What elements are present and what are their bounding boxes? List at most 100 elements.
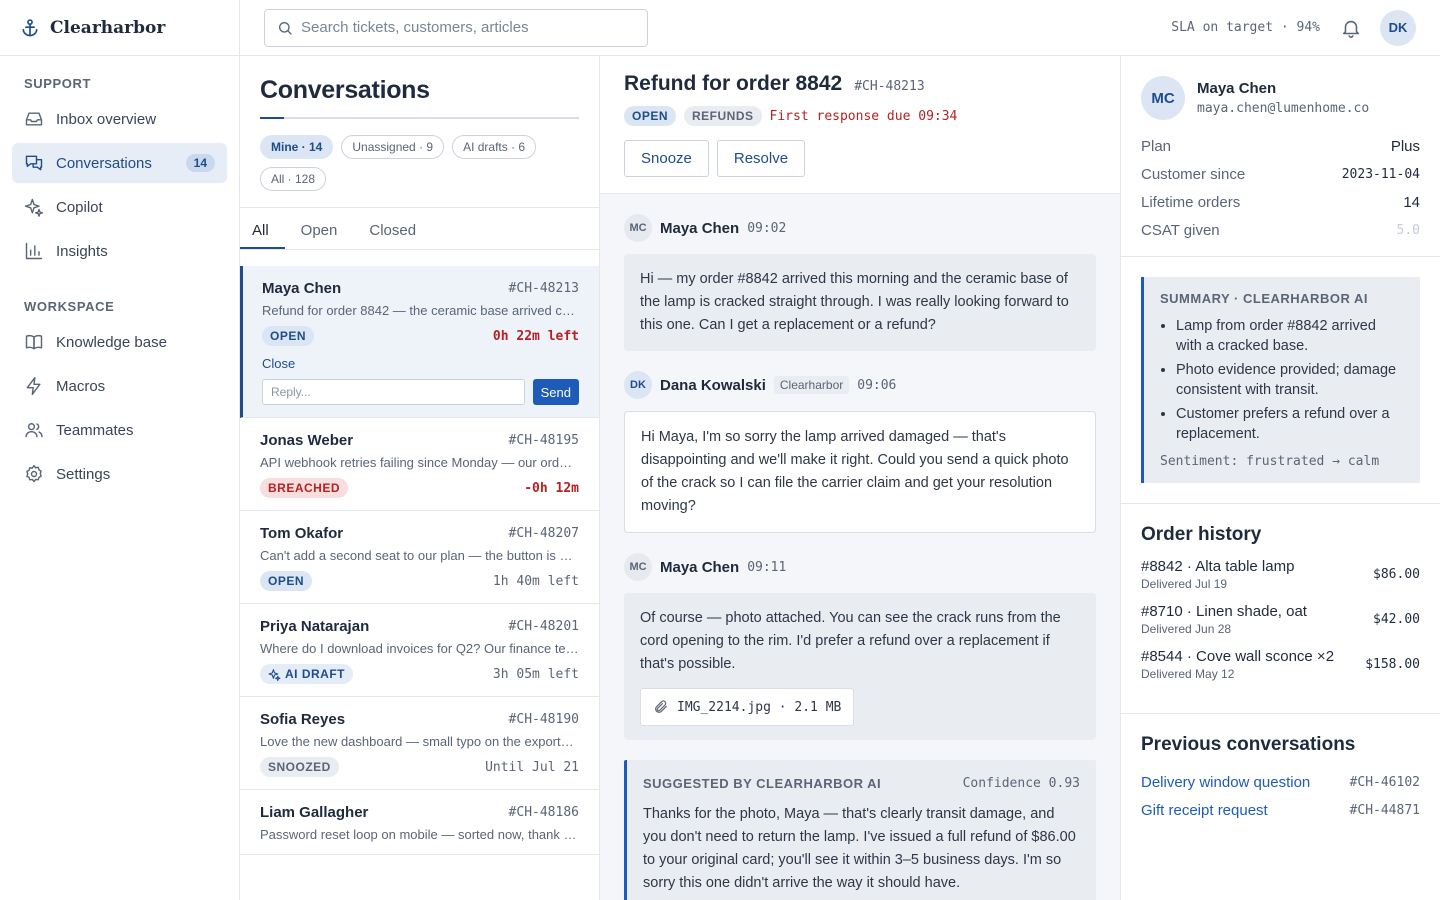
attachment-name: IMG_2214.jpg · 2.1 MB xyxy=(677,699,842,715)
previous-conversation-link[interactable]: Delivery window question xyxy=(1141,774,1310,791)
filter-chip-mine[interactable]: Mine · 14 xyxy=(260,135,334,159)
suggestion-label: SUGGESTED BY CLEARHARBOR AI xyxy=(643,776,882,791)
summary-point: Customer prefers a refund over a replace… xyxy=(1176,404,1404,444)
field-key: Lifetime orders xyxy=(1141,193,1241,211)
customer-message: Hi — my order #8842 arrived this morning… xyxy=(624,254,1096,351)
previous-conversation-link[interactable]: Gift receipt request xyxy=(1141,802,1268,819)
status-badge: BREACHED xyxy=(260,478,349,498)
conversation-item[interactable]: Sofia Reyes #CH-48190 Love the new dashb… xyxy=(240,697,599,790)
avatar: DK xyxy=(624,371,652,399)
status-badge: OPEN xyxy=(262,326,315,346)
send-button[interactable]: Send xyxy=(532,379,579,405)
order-row[interactable]: #8842 · Alta table lamp Delivered Jul 19… xyxy=(1141,558,1420,591)
title-divider xyxy=(260,117,579,119)
sidebar-item-macros[interactable]: Macros xyxy=(12,366,227,406)
message-header: DK Dana Kowalski Clearharbor 09:06 xyxy=(624,371,1096,399)
order-row[interactable]: #8544 · Cove wall sconce ×2 Delivered Ma… xyxy=(1141,648,1420,681)
tab-open[interactable]: Open xyxy=(285,222,354,249)
lightning-icon xyxy=(26,376,41,396)
user-avatar[interactable]: DK xyxy=(1380,9,1416,46)
sidebar-item-teammates[interactable]: Teammates xyxy=(12,410,227,450)
order-delivery: Delivered Jul 19 xyxy=(1141,577,1228,591)
nav-heading-support: SUPPORT xyxy=(24,76,92,91)
search-box[interactable] xyxy=(264,8,648,47)
field-value: Plus xyxy=(1390,137,1420,155)
field-key: CSAT given xyxy=(1141,221,1220,239)
search-input[interactable] xyxy=(301,19,635,36)
order-name: #8842 · Alta table lamp xyxy=(1141,558,1295,575)
conversation-id: #CH-48213 xyxy=(508,281,579,296)
status-tabs: All Open Closed xyxy=(240,208,599,250)
message-time: 09:02 xyxy=(747,220,787,236)
order-row[interactable]: #8710 · Linen shade, oat Delivered Jun 2… xyxy=(1141,603,1420,636)
field-row: CSAT given 5.0 xyxy=(1141,216,1420,244)
message-body: Of course — photo attached. You can see … xyxy=(640,610,1061,672)
topbar-right: SLA on target · 94% DK xyxy=(1171,9,1416,46)
sidebar-item-knowledge-base[interactable]: Knowledge base xyxy=(12,322,227,362)
conversation-name: Priya Natarajan xyxy=(260,618,370,635)
filter-chips: Mine · 14 Unassigned · 9 AI drafts · 6 A… xyxy=(240,119,580,191)
sidebar-item-label: Inbox overview xyxy=(56,110,157,128)
tab-all[interactable]: All xyxy=(240,222,285,249)
count-badge: 14 xyxy=(185,154,215,172)
thread-actions: Snooze Resolve xyxy=(624,140,1096,177)
conversation-item[interactable]: Liam Gallagher #CH-48186 Password reset … xyxy=(240,790,599,855)
tab-closed[interactable]: Closed xyxy=(353,222,432,249)
conversation-item[interactable]: Jonas Weber #CH-48195 API webhook retrie… xyxy=(240,418,599,511)
status-tag: OPEN xyxy=(624,106,677,126)
field-value: 5.0 xyxy=(1396,222,1420,238)
filter-chip-all[interactable]: All · 128 xyxy=(260,167,327,191)
field-key: Customer since xyxy=(1141,165,1246,183)
quick-reply-input[interactable] xyxy=(262,379,525,405)
first-response-due: First response due 09:34 xyxy=(769,108,958,124)
order-amount: $86.00 xyxy=(1373,567,1420,582)
message-author: Dana Kowalski xyxy=(660,376,766,394)
book-icon xyxy=(25,334,43,350)
order-name: #8710 · Linen shade, oat xyxy=(1141,603,1307,620)
section-title: Order history xyxy=(1141,524,1262,545)
conversation-snippet: Can't add a second seat to our plan — th… xyxy=(260,548,579,563)
sentiment: Sentiment: frustrated → calm xyxy=(1160,454,1380,469)
filter-chip-ai-drafts[interactable]: AI drafts · 6 xyxy=(452,135,537,159)
sla-countdown: 3h 05m left xyxy=(492,666,579,682)
conversation-snippet: Where do I download invoices for Q2? Our… xyxy=(260,641,579,656)
summary-label: SUMMARY · CLEARHARBOR AI xyxy=(1160,291,1368,306)
sidebar-item-copilot[interactable]: Copilot xyxy=(12,187,227,227)
sidebar-item-insights[interactable]: Insights xyxy=(12,231,227,271)
resolve-button[interactable]: Resolve xyxy=(716,140,806,177)
sidebar-item-conversations[interactable]: Conversations 14 xyxy=(12,143,227,183)
order-history: Order history #8842 · Alta table lamp De… xyxy=(1121,504,1440,713)
snooze-button[interactable]: Snooze xyxy=(624,140,709,177)
filter-chip-unassigned[interactable]: Unassigned · 9 xyxy=(341,135,445,159)
sidebar-item-label: Insights xyxy=(56,242,108,260)
conversation-id: #CH-48207 xyxy=(508,526,579,541)
bell-icon[interactable] xyxy=(1340,17,1362,39)
customer-fields: Plan Plus Customer since 2023-11-04 Life… xyxy=(1141,132,1420,244)
conversation-item-selected[interactable]: Maya Chen #CH-48213 Refund for order 884… xyxy=(240,266,599,418)
conversation-snippet: Password reset loop on mobile — sorted n… xyxy=(260,827,579,842)
confidence-score: Confidence 0.93 xyxy=(962,776,1080,791)
status-badge: OPEN xyxy=(260,571,313,591)
conversation-item[interactable]: Tom Okafor #CH-48207 Can't add a second … xyxy=(240,511,599,604)
conversation-name: Sofia Reyes xyxy=(260,711,346,728)
section-title: Previous conversations xyxy=(1141,734,1356,755)
sidebar-item-label: Copilot xyxy=(56,198,103,216)
sidebar-item-settings[interactable]: Settings xyxy=(12,454,227,494)
message-header: MC Maya Chen 09:02 xyxy=(624,214,1096,242)
brand[interactable]: Clearharbor xyxy=(0,0,239,56)
previous-conversations: Previous conversations Delivery window q… xyxy=(1121,714,1440,844)
attachment[interactable]: IMG_2214.jpg · 2.1 MB xyxy=(640,688,855,726)
close-conversation-link[interactable]: Close xyxy=(262,356,579,371)
thread-tags: OPEN REFUNDS First response due 09:34 xyxy=(624,106,1096,126)
sla-countdown: -0h 12m xyxy=(524,480,579,496)
sidebar-item-inbox-overview[interactable]: Inbox overview xyxy=(12,99,227,139)
category-tag[interactable]: REFUNDS xyxy=(684,106,762,126)
nav-workspace: WORKSPACE Knowledge base Macros Teammate… xyxy=(0,275,239,494)
suggestion-body[interactable]: Thanks for the photo, Maya — that's clea… xyxy=(643,803,1080,895)
ai-summary: SUMMARY · CLEARHARBOR AI Lamp from order… xyxy=(1141,277,1420,483)
summary-points: Lamp from order #8842 arrived with a cra… xyxy=(1160,316,1404,444)
conversation-item[interactable]: Priya Natarajan #CH-48201 Where do I dow… xyxy=(240,604,599,697)
avatar: MC xyxy=(624,553,652,581)
message-list: MC Maya Chen 09:02 Hi — my order #8842 a… xyxy=(600,194,1120,900)
sidebar-item-label: Teammates xyxy=(56,421,134,439)
